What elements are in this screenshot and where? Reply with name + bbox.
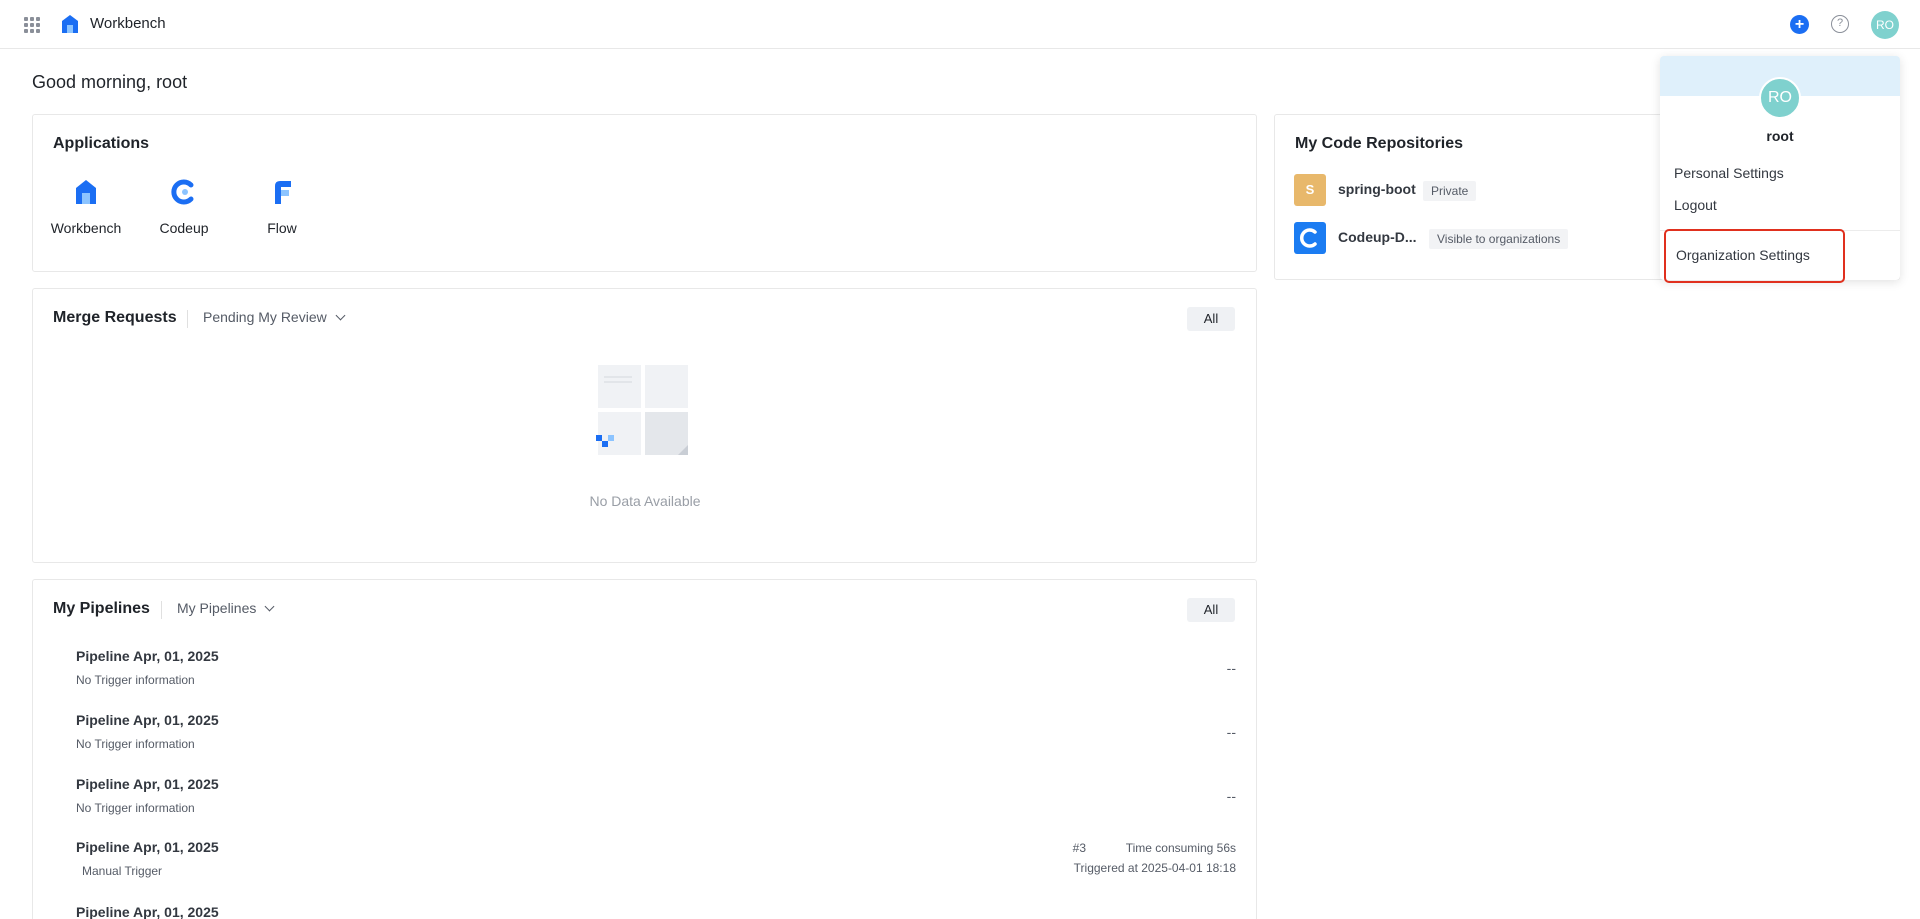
pipeline-row[interactable]: Pipeline Apr, 01, 2025 Manual Trigger #3… — [76, 839, 1236, 895]
pipeline-status: -- — [1226, 660, 1236, 676]
workbench-icon — [76, 180, 96, 204]
chevron-down-icon — [264, 601, 275, 612]
pipeline-trigger: No Trigger information — [76, 801, 195, 815]
code-repositories-title: My Code Repositories — [1295, 135, 1464, 152]
pipeline-row[interactable]: Pipeline Apr, 01, 2025 — [76, 904, 1236, 919]
pipelines-title: My Pipelines — [53, 600, 150, 617]
logout-menu-item[interactable]: Logout — [1674, 197, 1717, 213]
codeup-repo-icon — [1294, 222, 1326, 254]
pipeline-row[interactable]: Pipeline Apr, 01, 2025 No Trigger inform… — [76, 776, 1236, 832]
title-divider — [187, 310, 188, 328]
highlight-annotation — [1664, 229, 1845, 283]
app-flow[interactable]: Flow — [237, 177, 327, 236]
apps-grid-icon[interactable] — [24, 17, 40, 33]
pipeline-name[interactable]: Pipeline Apr, 01, 2025 — [76, 904, 219, 919]
repo-visibility-badge: Visible to organizations — [1429, 229, 1569, 249]
merge-requests-all-button[interactable]: All — [1187, 307, 1235, 331]
merge-requests-title: Merge Requests — [53, 309, 177, 326]
pipeline-name[interactable]: Pipeline Apr, 01, 2025 — [76, 712, 219, 728]
app-title: Workbench — [90, 15, 166, 32]
help-icon[interactable]: ? — [1831, 15, 1849, 33]
pipeline-name[interactable]: Pipeline Apr, 01, 2025 — [76, 839, 219, 855]
app-label: Workbench — [50, 220, 122, 236]
user-avatar[interactable]: RO — [1871, 11, 1899, 39]
pipeline-triggered-at: Triggered at 2025-04-01 18:18 — [1073, 861, 1236, 875]
pipeline-row[interactable]: Pipeline Apr, 01, 2025 No Trigger inform… — [76, 648, 1236, 704]
pipeline-row[interactable]: Pipeline Apr, 01, 2025 No Trigger inform… — [76, 712, 1236, 768]
app-codeup[interactable]: Codeup — [139, 177, 229, 236]
app-label: Codeup — [159, 220, 209, 236]
pipeline-name[interactable]: Pipeline Apr, 01, 2025 — [76, 776, 219, 792]
applications-title: Applications — [53, 135, 150, 152]
pipeline-trigger: No Trigger information — [76, 737, 195, 751]
empty-state-text: No Data Available — [589, 493, 701, 509]
personal-settings-menu-item[interactable]: Personal Settings — [1674, 165, 1784, 181]
repo-avatar: S — [1294, 174, 1326, 206]
filter-label: My Pipelines — [177, 600, 257, 616]
repo-name[interactable]: spring-boot — [1338, 181, 1416, 197]
pipeline-status: -- — [1226, 724, 1236, 740]
workbench-logo-icon — [62, 15, 78, 33]
codeup-icon — [171, 179, 194, 205]
empty-state-illustration — [596, 365, 688, 455]
applications-card: Applications Workbench Codeup Flow — [32, 114, 1257, 272]
title-divider — [161, 601, 162, 619]
chevron-down-icon — [335, 310, 346, 321]
pipeline-trigger: Manual Trigger — [82, 864, 163, 878]
pipeline-trigger: No Trigger information — [76, 673, 195, 687]
greeting-text: Good morning, root — [32, 72, 188, 92]
pipeline-status: -- — [1226, 788, 1236, 804]
top-header: Workbench + ? RO — [0, 0, 1920, 49]
merge-requests-filter-dropdown[interactable]: Pending My Review — [203, 309, 346, 325]
pipeline-duration: Time consuming 56s — [1125, 841, 1236, 855]
pipelines-all-button[interactable]: All — [1187, 598, 1235, 622]
pipeline-run-number: #3 — [1072, 841, 1086, 855]
pipeline-name[interactable]: Pipeline Apr, 01, 2025 — [76, 648, 219, 664]
app-workbench[interactable]: Workbench — [41, 177, 131, 236]
pipelines-filter-dropdown[interactable]: My Pipelines — [177, 600, 275, 616]
app-label: Flow — [267, 220, 297, 236]
flow-icon — [275, 181, 291, 204]
create-button[interactable]: + — [1790, 15, 1809, 34]
filter-label: Pending My Review — [203, 309, 327, 325]
menu-avatar: RO — [1759, 77, 1801, 119]
menu-username: root — [1766, 128, 1794, 144]
repo-name[interactable]: Codeup-D... — [1338, 229, 1417, 245]
codeup-icon — [1299, 228, 1317, 248]
repo-visibility-badge: Private — [1423, 181, 1477, 201]
